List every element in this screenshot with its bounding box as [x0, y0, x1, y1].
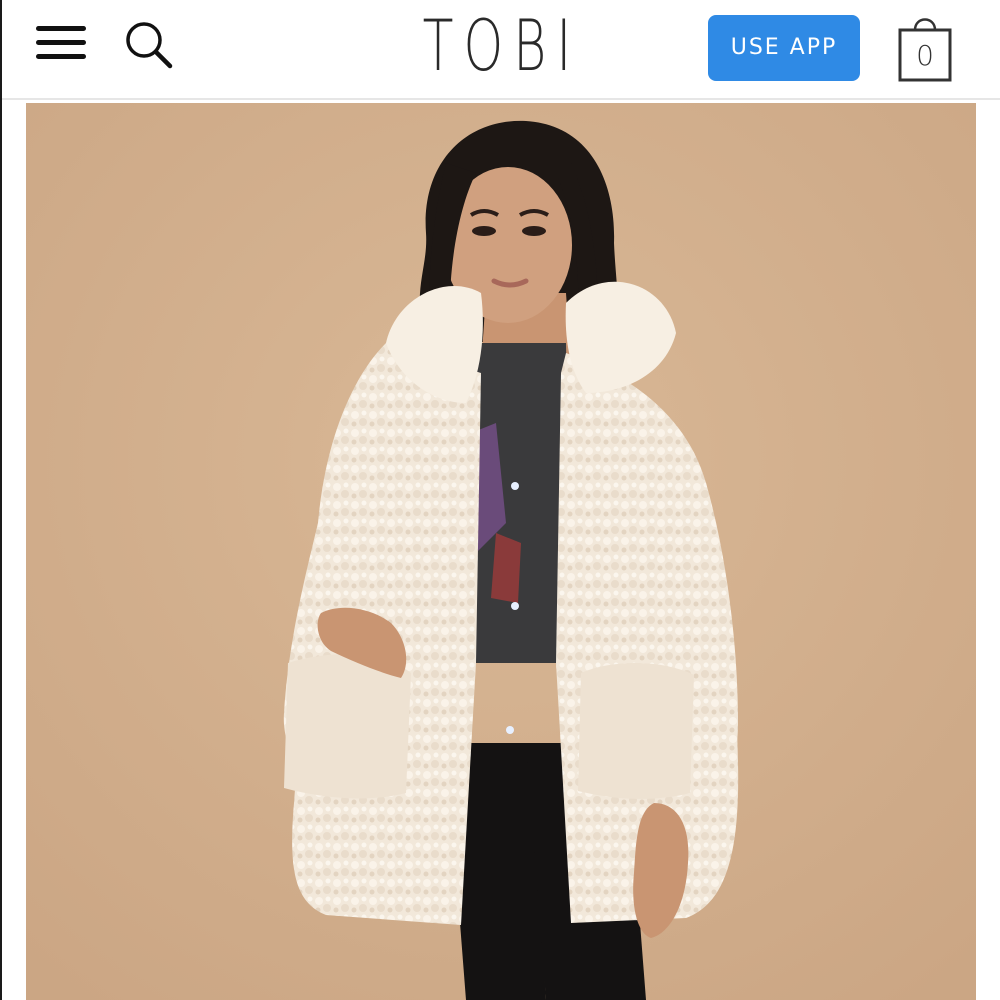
- product-page: TOBI USE APP 0: [0, 0, 1000, 1000]
- cart-count: 0: [916, 39, 934, 72]
- left-edge-divider: [0, 0, 2, 1000]
- site-logo[interactable]: TOBI: [416, 4, 589, 88]
- product-image[interactable]: [26, 103, 976, 1000]
- shopping-bag-icon[interactable]: 0: [896, 6, 954, 84]
- use-app-button[interactable]: USE APP: [708, 15, 860, 81]
- hamburger-menu-icon[interactable]: [36, 26, 88, 62]
- site-header: TOBI USE APP 0: [2, 0, 1000, 100]
- search-icon[interactable]: [122, 18, 174, 70]
